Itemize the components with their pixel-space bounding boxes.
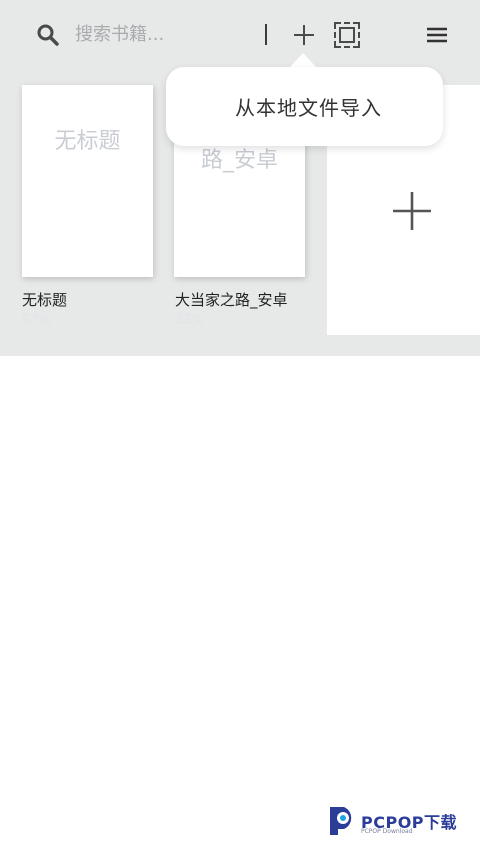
add-button[interactable] (290, 21, 318, 49)
pcpop-logo-icon (330, 807, 352, 835)
search-divider (265, 24, 267, 45)
watermark-sub: PCPOP Download (361, 828, 413, 835)
book-progress: 67% (22, 313, 51, 328)
plus-icon (294, 25, 314, 45)
book-cover-title: 路_安卓 (200, 148, 278, 173)
search-icon[interactable] (36, 23, 60, 47)
watermark: PCPOP下载 PCPOP Download (326, 803, 476, 839)
menu-icon (427, 27, 447, 43)
book-cover[interactable]: 无标题 (22, 85, 153, 277)
scan-icon (334, 22, 360, 48)
book-title[interactable]: 大当家之路_安卓 (175, 289, 288, 310)
search-input[interactable]: 搜索书籍... (75, 22, 164, 48)
book-title[interactable]: 无标题 (22, 289, 67, 310)
import-local-file-option[interactable]: 从本地文件导入 (166, 67, 443, 146)
menu-button[interactable] (425, 24, 449, 46)
add-book-plus-icon (392, 191, 432, 231)
scan-button[interactable] (333, 21, 361, 49)
book-progress: 33% (175, 313, 204, 328)
popup-arrow (289, 53, 317, 68)
book-cover-title: 无标题 (54, 129, 121, 154)
import-popup: 从本地文件导入 (166, 67, 443, 146)
